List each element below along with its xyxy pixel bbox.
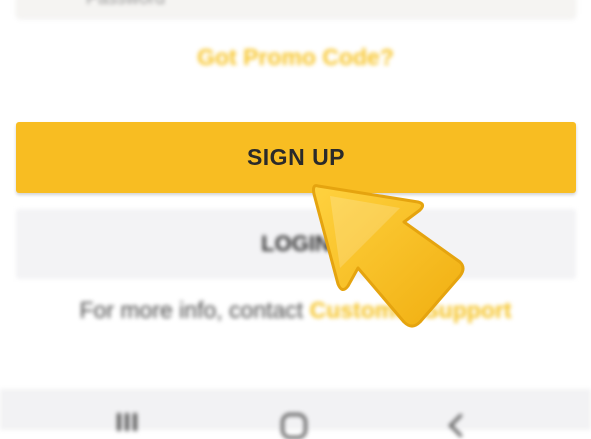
promo-code-link[interactable]: Got Promo Code? xyxy=(0,44,591,71)
password-field[interactable]: Password xyxy=(16,0,576,18)
recent-apps-icon[interactable] xyxy=(117,413,141,433)
system-nav-bar xyxy=(0,389,591,439)
login-button[interactable]: LOGIN xyxy=(16,209,576,279)
contact-info: For more info, contact Customer Support xyxy=(0,297,591,324)
contact-info-text: For more info, contact xyxy=(79,297,310,323)
pointer-arrow-icon xyxy=(312,184,465,328)
sign-up-button[interactable]: SIGN UP xyxy=(16,122,576,193)
sign-up-label: SIGN UP xyxy=(246,144,346,170)
back-icon[interactable] xyxy=(448,413,473,438)
home-icon[interactable] xyxy=(281,413,307,439)
password-field-hint: Password xyxy=(86,0,165,9)
